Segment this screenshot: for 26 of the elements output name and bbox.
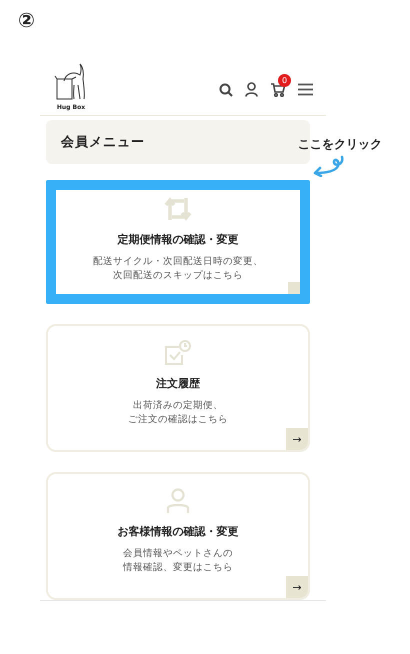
card-title: 定期便情報の確認・変更 <box>118 232 238 247</box>
dog-box-logo-icon <box>54 62 88 102</box>
menu-icon[interactable] <box>298 83 313 96</box>
menu-card[interactable]: お客様情報の確認・変更 会員情報やペットさんの 情報確認、変更はこちら → <box>46 472 310 600</box>
cart-icon[interactable] <box>270 82 286 97</box>
curved-arrow-icon <box>312 155 346 177</box>
repeat-icon <box>164 196 192 222</box>
card-title: 注文履歴 <box>156 376 200 391</box>
cart-count-badge: 0 <box>278 74 291 87</box>
menu-card[interactable]: 注文履歴 出荷済みの定期便、 ご注文の確認はこちら → <box>46 324 310 452</box>
card-description-line: 情報確認、変更はこちら <box>123 560 233 575</box>
arrow-button[interactable]: → <box>286 576 308 598</box>
card-description-line: 会員情報やペットさんの <box>123 547 233 561</box>
callout-text: ここをクリック <box>298 136 382 153</box>
card-title: お客様情報の確認・変更 <box>118 524 238 539</box>
user-icon[interactable] <box>245 82 258 97</box>
card-description-line: 次回配送のスキップはこちら <box>113 268 243 283</box>
person-icon <box>166 488 190 514</box>
card-description-line: 出荷済みの定期便、 <box>133 399 223 413</box>
search-icon[interactable] <box>219 82 233 96</box>
card-description-line: ご注文の確認はこちら <box>128 412 228 427</box>
menu-card[interactable]: 定期便情報の確認・変更 配送サイクル・次回配送日時の変更、 次回配送のスキップはこちら <box>46 180 310 304</box>
step-number: ② <box>18 8 35 32</box>
checked-calendar-icon <box>164 340 192 366</box>
arrow-button[interactable]: → <box>286 428 308 450</box>
card-description-line: 配送サイクル・次回配送日時の変更、 <box>93 255 263 269</box>
